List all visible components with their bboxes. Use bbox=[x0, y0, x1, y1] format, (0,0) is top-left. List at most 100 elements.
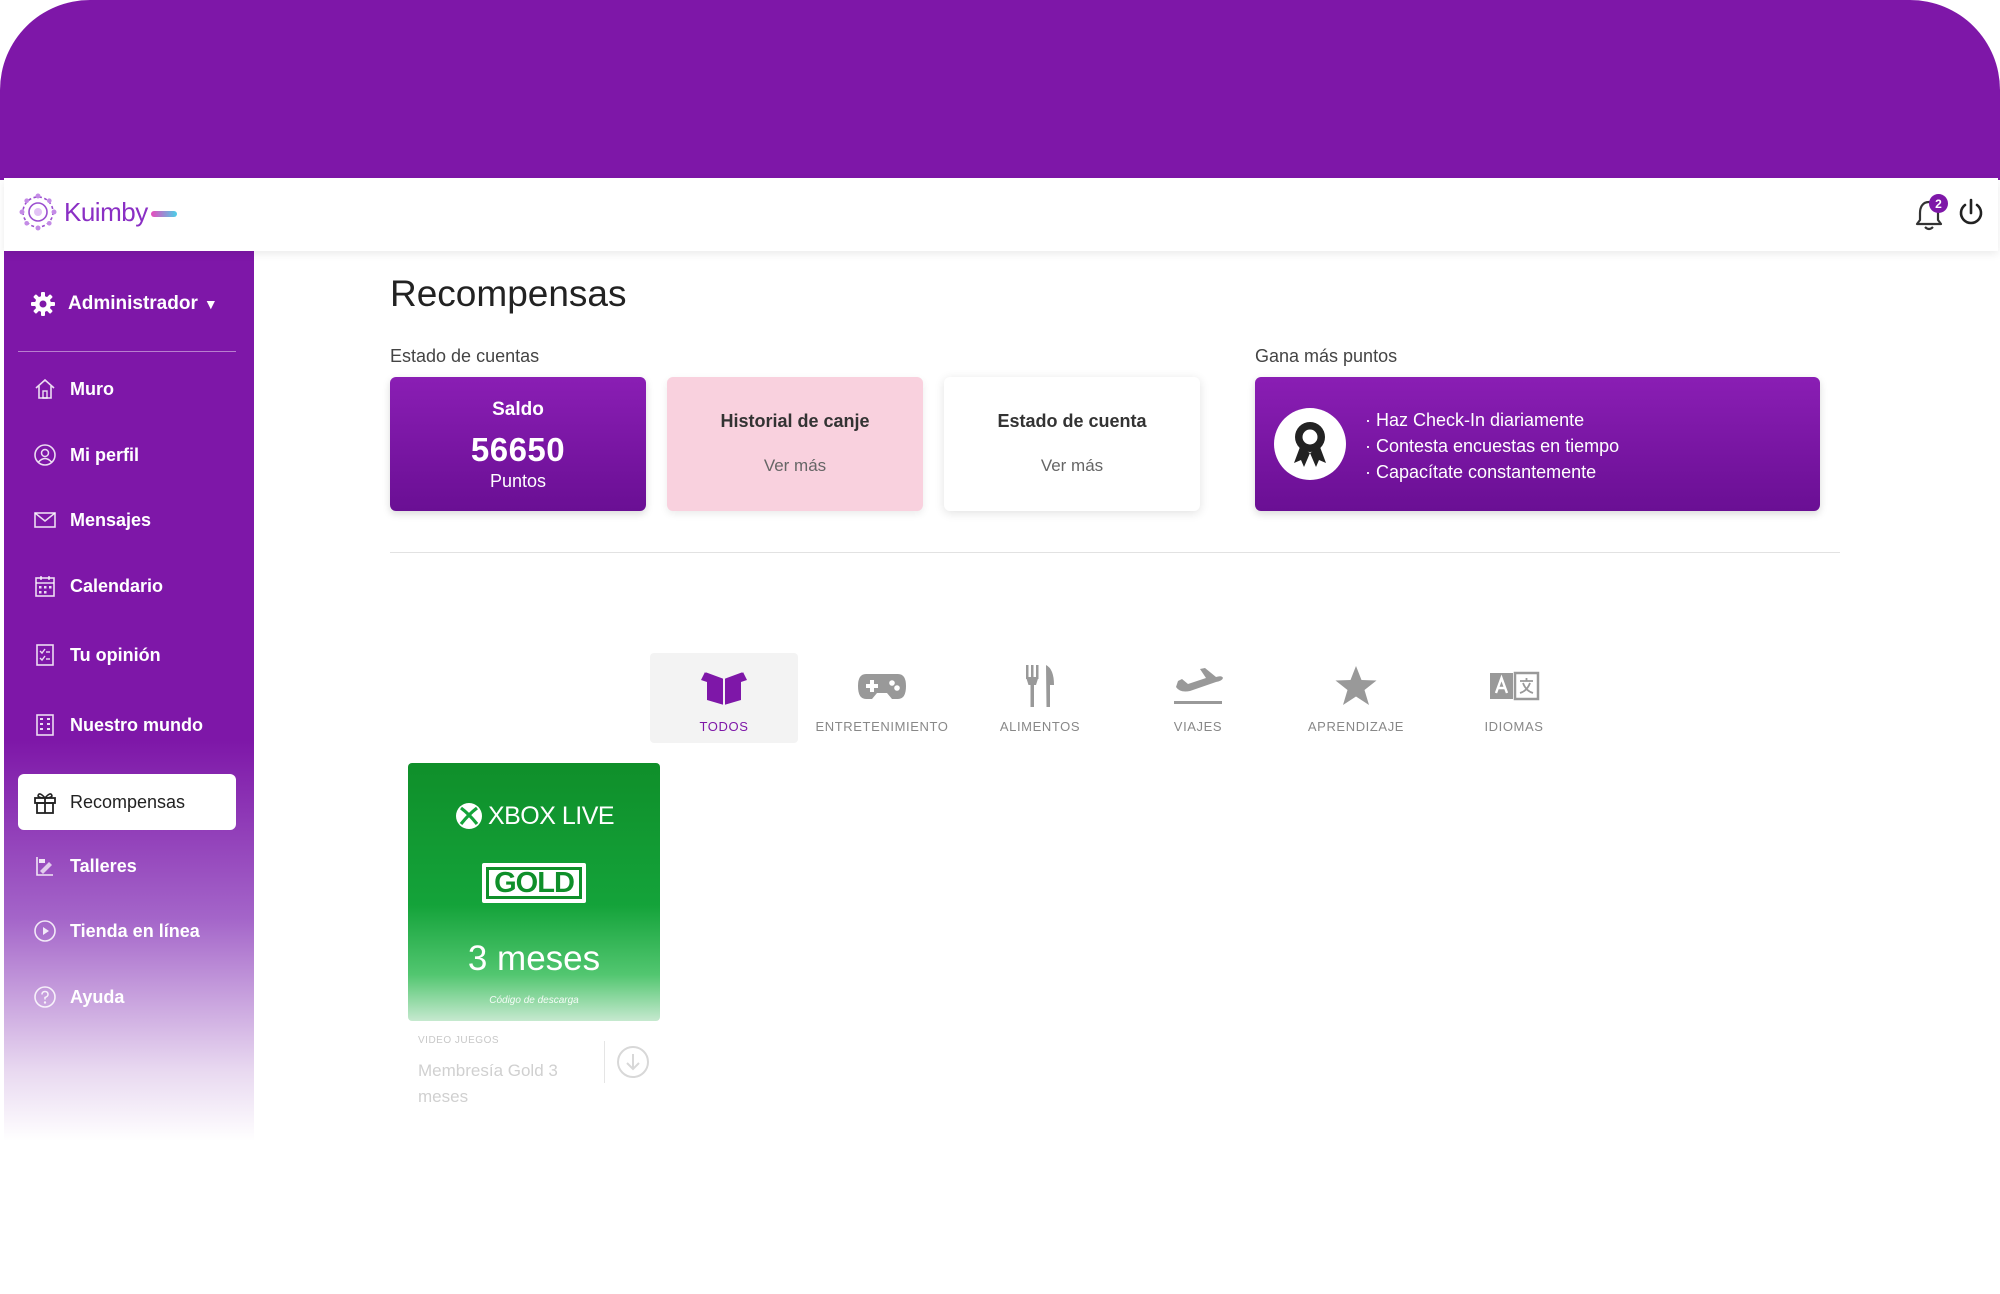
sidebar-divider bbox=[18, 351, 236, 352]
brand-text: XBOX LIVE bbox=[487, 801, 615, 830]
checklist-icon bbox=[32, 642, 58, 668]
duration-text: 3 meses bbox=[467, 939, 601, 978]
estado-de-cuentas-label: Estado de cuentas bbox=[390, 346, 540, 366]
user-icon bbox=[32, 442, 58, 468]
historial-de-canje-card[interactable]: Historial de canje Ver más bbox=[667, 377, 923, 511]
tab-label: TODOS bbox=[699, 719, 749, 734]
page-title: Recompensas bbox=[390, 273, 627, 314]
sidebar: Administrador ▼ Muro Mi perfil Mensajes … bbox=[4, 251, 254, 1141]
gear-icon bbox=[31, 292, 55, 316]
tips-list: · Haz Check-In diariamente · Contesta en… bbox=[1365, 407, 1619, 485]
historial-title: Historial de canje bbox=[720, 411, 870, 431]
tip-item: · Capacítate constantemente bbox=[1365, 462, 1597, 482]
award-ribbon-icon bbox=[1294, 422, 1326, 467]
box-icon bbox=[699, 661, 749, 711]
logo-text: Kuimby bbox=[64, 196, 148, 227]
sidebar-item-label: Nuestro mundo bbox=[70, 714, 203, 735]
download-icon bbox=[617, 1046, 649, 1078]
estado-de-cuenta-card[interactable]: Estado de cuenta Ver más bbox=[944, 377, 1200, 511]
estado-cuenta-title: Estado de cuenta bbox=[997, 411, 1147, 431]
star-icon bbox=[1333, 661, 1379, 711]
sidebar-item-label: Recompensas bbox=[70, 791, 186, 812]
estado-cuenta-ver-mas-link[interactable]: Ver más bbox=[944, 456, 1200, 476]
award-badge bbox=[1274, 408, 1346, 480]
download-button[interactable] bbox=[616, 1045, 650, 1079]
section-divider bbox=[390, 552, 1840, 553]
building-icon bbox=[32, 712, 58, 738]
calendar-icon bbox=[32, 573, 58, 599]
tip-item: · Haz Check-In diariamente bbox=[1365, 410, 1585, 430]
tab-alimentos[interactable]: ALIMENTOS bbox=[966, 653, 1114, 743]
sidebar-item-label: Muro bbox=[70, 378, 114, 399]
sidebar-item-tu-opinion[interactable]: Tu opinión bbox=[18, 627, 236, 683]
power-icon bbox=[1959, 198, 1983, 225]
tab-aprendizaje[interactable]: APRENDIZAJE bbox=[1282, 653, 1430, 743]
sidebar-item-label: Mi perfil bbox=[70, 444, 140, 465]
tab-label: IDIOMAS bbox=[1484, 719, 1544, 734]
plane-icon bbox=[1172, 661, 1224, 711]
gana-mas-puntos-label: Gana más puntos bbox=[1255, 346, 1398, 366]
product-name: Membresía Gold 3 meses bbox=[418, 1061, 558, 1106]
tab-label: APRENDIZAJE bbox=[1307, 719, 1405, 734]
notifications-button[interactable]: 2 bbox=[1912, 194, 1948, 232]
product-image[interactable]: XBOX LIVE GOLD 3 meses Código de descarg… bbox=[408, 763, 660, 1021]
sidebar-item-tienda-en-linea[interactable]: Tienda en línea bbox=[18, 903, 236, 959]
sidebar-item-label: Calendario bbox=[70, 575, 164, 596]
home-icon bbox=[32, 376, 58, 402]
tab-label: VIAJES bbox=[1173, 719, 1223, 734]
download-code-note: Código de descarga bbox=[489, 995, 579, 1006]
gamepad-icon bbox=[856, 661, 908, 711]
tab-todos[interactable]: TODOS bbox=[650, 653, 798, 743]
sidebar-item-label: Ayuda bbox=[70, 986, 125, 1007]
sidebar-item-muro[interactable]: Muro bbox=[18, 361, 236, 417]
utensils-icon bbox=[1020, 661, 1060, 711]
sidebar-item-mensajes[interactable]: Mensajes bbox=[18, 492, 236, 548]
saldo-value: 56650 bbox=[470, 431, 566, 468]
main-content: Recompensas Estado de cuentas Gana más p… bbox=[254, 251, 1998, 1151]
sidebar-item-recompensas[interactable]: Recompensas bbox=[18, 774, 236, 830]
gana-mas-puntos-card: · Haz Check-In diariamente · Contesta en… bbox=[1255, 377, 1820, 511]
product-card[interactable]: XBOX LIVE GOLD 3 meses Código de descarg… bbox=[408, 763, 660, 1110]
workshop-icon bbox=[32, 853, 58, 879]
sidebar-item-ayuda[interactable]: Ayuda bbox=[18, 969, 236, 1025]
tab-label: ALIMENTOS bbox=[999, 719, 1081, 734]
app-window: Kuimby 2 Administrador ▼ Muro Mi perfil … bbox=[4, 178, 1998, 1178]
admin-menu[interactable]: Administrador ▼ bbox=[30, 291, 218, 317]
xbox-live-logo: XBOX LIVE bbox=[408, 801, 660, 831]
sidebar-item-label: Tu opinión bbox=[70, 644, 161, 665]
sidebar-item-calendario[interactable]: Calendario bbox=[18, 558, 236, 614]
admin-label: Administrador bbox=[68, 293, 198, 314]
tip-item: · Contesta encuestas en tiempo bbox=[1365, 436, 1620, 456]
sidebar-item-label: Tienda en línea bbox=[70, 920, 200, 941]
logout-button[interactable] bbox=[1956, 196, 1986, 230]
tab-entretenimiento[interactable]: ENTRETENIMIENTO bbox=[808, 653, 956, 743]
top-bar: Kuimby 2 bbox=[4, 178, 1998, 251]
kuimby-logo[interactable]: Kuimby bbox=[18, 192, 177, 232]
sidebar-item-nuestro-mundo[interactable]: Nuestro mundo bbox=[18, 697, 236, 753]
sidebar-item-mi-perfil[interactable]: Mi perfil bbox=[18, 427, 236, 483]
gold-badge: GOLD bbox=[482, 863, 586, 903]
saldo-card: Saldo 56650 Puntos bbox=[390, 377, 646, 511]
mail-icon bbox=[32, 507, 58, 533]
xbox-icon bbox=[455, 803, 482, 829]
tab-viajes[interactable]: VIAJES bbox=[1124, 653, 1272, 743]
tab-idiomas[interactable]: IDIOMAS bbox=[1440, 653, 1588, 743]
sidebar-item-label: Mensajes bbox=[70, 509, 152, 530]
gift-icon bbox=[32, 789, 58, 815]
sidebar-item-talleres[interactable]: Talleres bbox=[18, 838, 236, 894]
caret-down-icon: ▼ bbox=[203, 296, 218, 312]
logo-accent-bar bbox=[150, 211, 177, 217]
sidebar-item-label: Talleres bbox=[70, 855, 137, 876]
play-icon bbox=[32, 918, 58, 944]
translate-icon bbox=[1488, 661, 1540, 711]
product-separator bbox=[604, 1041, 605, 1083]
saldo-title: Saldo bbox=[492, 399, 544, 420]
notification-badge: 2 bbox=[1929, 194, 1948, 213]
screenshot-frame: Kuimby 2 Administrador ▼ Muro Mi perfil … bbox=[0, 0, 2000, 1294]
device-top-bezel bbox=[0, 0, 2000, 180]
tab-label: ENTRETENIMIENTO bbox=[815, 719, 949, 734]
help-icon bbox=[32, 984, 58, 1010]
kuimby-flower-icon bbox=[19, 193, 57, 231]
saldo-unit: Puntos bbox=[489, 471, 547, 491]
historial-ver-mas-link[interactable]: Ver más bbox=[667, 456, 923, 476]
